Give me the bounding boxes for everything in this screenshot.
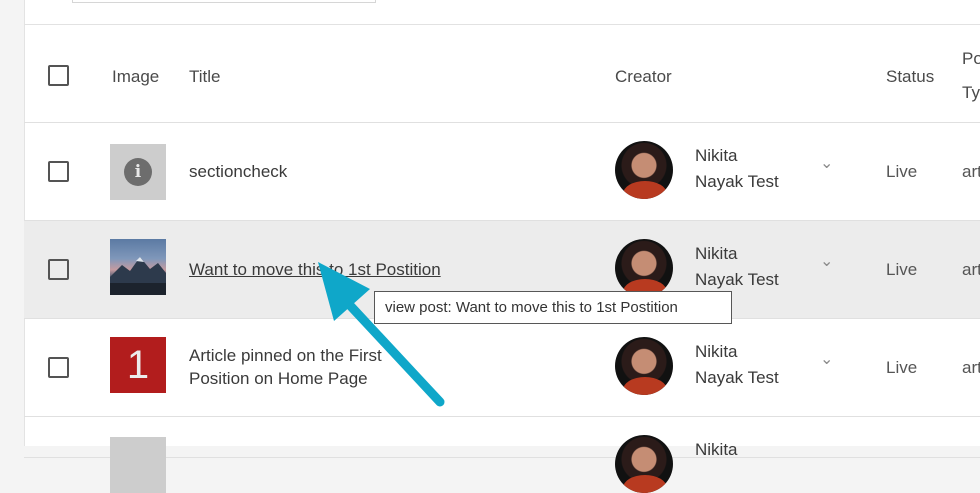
annotation-arrow-icon: [318, 262, 445, 407]
